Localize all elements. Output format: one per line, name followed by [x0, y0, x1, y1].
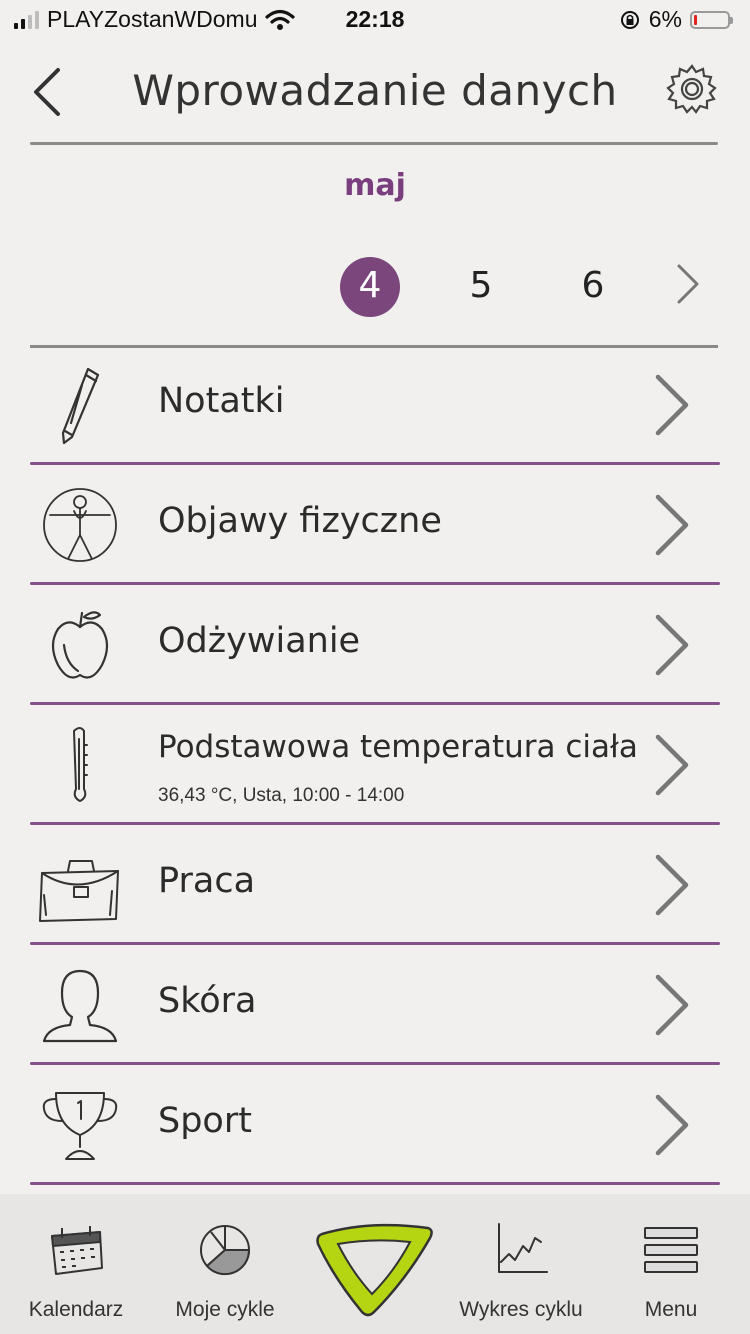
trophy-icon: [42, 1092, 118, 1160]
apple-icon: [51, 611, 109, 679]
body-figure-icon: [43, 488, 117, 562]
chevron-right-icon: [655, 854, 689, 916]
tab-bar: Kalendarz Moje cykle Wykres cyklu Menu: [0, 1194, 750, 1334]
header: Wprowadzanie danych: [0, 40, 750, 145]
tab-menu[interactable]: Menu: [596, 1194, 746, 1334]
chevron-right-icon: [677, 264, 699, 304]
item-label: Sport: [158, 1101, 252, 1141]
line-graph-icon: [498, 1223, 548, 1273]
item-label: Skóra: [158, 981, 257, 1021]
list-item-skora[interactable]: Skóra: [0, 945, 750, 1063]
orientation-lock-icon: [620, 10, 639, 29]
battery-icon: [690, 10, 733, 29]
list-item-sport[interactable]: Sport: [0, 1065, 750, 1183]
list-item-objawy-fizyczne[interactable]: Objawy fizyczne: [0, 465, 750, 583]
list-divider: [30, 1182, 720, 1185]
day-5[interactable]: 5: [451, 265, 511, 306]
battery-percent: 6%: [648, 6, 682, 32]
chevron-right-icon: [655, 974, 689, 1036]
list-item-odzywianie[interactable]: Odżywianie: [0, 585, 750, 703]
item-label: Praca: [158, 861, 256, 901]
chevron-right-icon: [655, 734, 689, 796]
calendar-icon: [51, 1226, 103, 1275]
chevron-right-icon: [655, 614, 689, 676]
list-item-notatki[interactable]: Notatki: [0, 345, 750, 463]
chevron-right-icon: [655, 494, 689, 556]
list-item-temperatura[interactable]: Podstawowa temperatura ciała 36,43 °C, U…: [0, 705, 750, 823]
tab-moje-cykle[interactable]: Moje cykle: [152, 1194, 298, 1334]
next-day-button[interactable]: [670, 262, 706, 306]
item-label: Objawy fizyczne: [158, 501, 442, 541]
thermometer-icon: [72, 727, 88, 803]
header-divider: [30, 142, 718, 145]
pie-chart-icon: [200, 1225, 251, 1276]
menu-icon: [644, 1227, 698, 1273]
item-subtitle: 36,43 °C, Usta, 10:00 - 14:00: [158, 785, 405, 806]
tab-label: Moje cykle: [175, 1298, 275, 1321]
gear-icon: [666, 64, 717, 114]
status-bar: PLAYZostanWDomu 22:18 6%: [0, 0, 750, 40]
tab-wykres-cyklu[interactable]: Wykres cyklu: [446, 1194, 596, 1334]
item-label: Podstawowa temperatura ciała: [158, 729, 638, 765]
chevron-right-icon: [655, 374, 689, 436]
chevron-right-icon: [655, 1094, 689, 1156]
settings-button[interactable]: [664, 62, 720, 118]
day-4[interactable]: 4: [340, 265, 400, 306]
tab-label: Kalendarz: [28, 1298, 124, 1321]
item-label: Odżywianie: [158, 621, 361, 661]
tab-kalendarz[interactable]: Kalendarz: [0, 1194, 152, 1334]
cycle-ring-button[interactable]: [310, 1216, 440, 1320]
tab-label: Wykres cyklu: [459, 1298, 583, 1321]
page-title: Wprowadzanie danych: [132, 66, 618, 115]
day-6[interactable]: 6: [563, 265, 623, 306]
cycle-ring-icon: [316, 1223, 433, 1317]
briefcase-icon: [39, 860, 119, 922]
month-label: maj: [344, 168, 406, 203]
person-bust-icon: [42, 969, 118, 1043]
list-item-praca[interactable]: Praca: [0, 825, 750, 943]
pencil-icon: [61, 367, 100, 445]
tab-label: Menu: [644, 1298, 698, 1321]
item-label: Notatki: [158, 381, 285, 421]
